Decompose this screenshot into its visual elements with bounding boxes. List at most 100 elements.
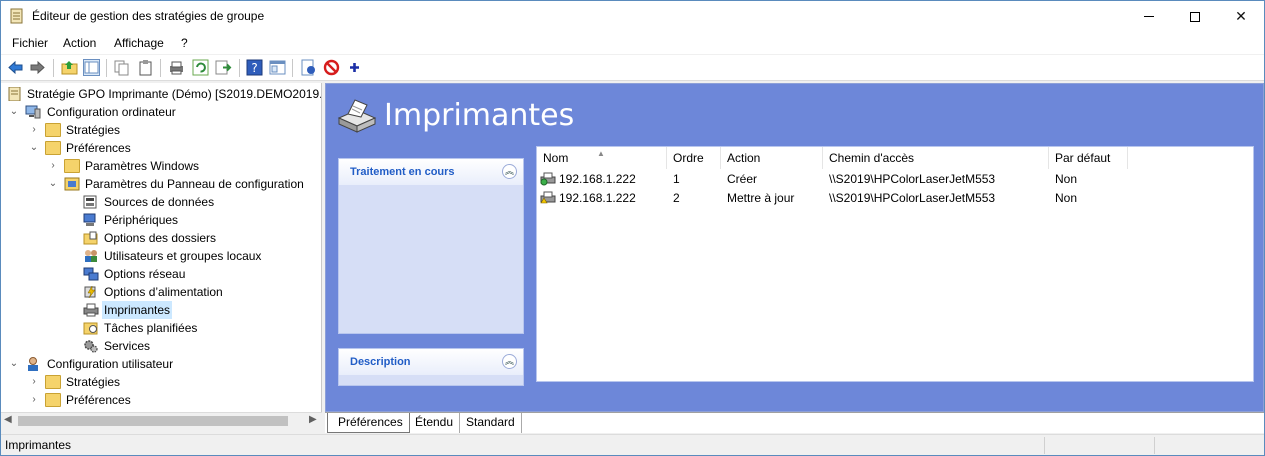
menu-help[interactable]: ? xyxy=(181,36,188,50)
gpo-icon xyxy=(8,87,21,101)
show-tree-icon[interactable] xyxy=(83,59,100,76)
printer-create-icon xyxy=(540,172,556,186)
chevron-down-icon[interactable]: ⌄ xyxy=(9,103,19,121)
window-title: Éditeur de gestion des stratégies de gro… xyxy=(32,9,265,23)
chevron-right-icon[interactable]: › xyxy=(29,121,39,139)
tree-power-options[interactable]: Options d’alimentation xyxy=(1,283,321,301)
printers-list: ▲ Nom Ordre Action Chemin d'accès Par dé… xyxy=(536,146,1254,382)
stop-icon[interactable] xyxy=(323,59,340,76)
tree-computer-strategies[interactable]: › Stratégies xyxy=(1,121,321,139)
tree-computer-preferences[interactable]: ⌄ Préférences xyxy=(1,139,321,157)
tree-label: Options réseau xyxy=(104,267,186,281)
maximize-button[interactable] xyxy=(1172,1,1218,32)
toolbar-separator xyxy=(106,59,107,77)
chevron-down-icon[interactable]: ⌄ xyxy=(48,175,58,193)
close-button[interactable]: ✕ xyxy=(1218,1,1264,32)
column-header-order[interactable]: Ordre xyxy=(667,147,721,169)
tree-label: Périphériques xyxy=(104,213,179,227)
forward-arrow-icon[interactable] xyxy=(29,59,46,76)
console-tree: Stratégie GPO Imprimante (Démo) [S2019.D… xyxy=(1,83,322,412)
status-separator xyxy=(1154,437,1155,454)
column-header-default[interactable]: Par défaut xyxy=(1049,147,1128,169)
user-icon xyxy=(28,357,38,371)
folder-icon xyxy=(45,141,61,155)
tab-preferences[interactable]: Préférences xyxy=(327,413,410,433)
column-header-action[interactable]: Action xyxy=(721,147,823,169)
row-path: \\S2019\HPColorLaserJetM553 xyxy=(829,191,996,205)
row-name: 192.168.1.222 xyxy=(559,191,636,205)
tree-root-gpo[interactable]: Stratégie GPO Imprimante (Démo) [S2019.D… xyxy=(5,85,322,103)
column-label: Action xyxy=(727,151,761,165)
tree-label: Tâches planifiées xyxy=(104,321,198,335)
tree-label: Configuration ordinateur xyxy=(47,105,176,119)
printer-update-icon xyxy=(540,191,556,204)
menu-action[interactable]: Action xyxy=(63,36,96,50)
scrollbar-thumb[interactable] xyxy=(18,416,288,426)
tree-label: Préférences xyxy=(66,141,131,155)
tree-scheduled-tasks[interactable]: Tâches planifiées xyxy=(1,319,321,337)
print-icon[interactable] xyxy=(168,59,185,76)
tree-local-users-groups[interactable]: Utilisateurs et groupes locaux xyxy=(1,247,321,265)
tree-devices[interactable]: Périphériques xyxy=(1,211,321,229)
tree-label: Services xyxy=(104,339,151,353)
tree-folder-options[interactable]: Options des dossiers xyxy=(1,229,321,247)
status-bar: Imprimantes xyxy=(1,434,1264,455)
refresh-icon[interactable] xyxy=(192,59,209,76)
up-folder-icon[interactable] xyxy=(61,59,78,76)
gpo-editor-icon xyxy=(10,8,23,24)
paste-icon[interactable] xyxy=(137,59,154,76)
row-action: Créer xyxy=(727,172,758,186)
minimize-icon xyxy=(1144,16,1154,17)
column-label: Ordre xyxy=(673,151,704,165)
description-panel: Description ︽ xyxy=(338,348,524,386)
tree-label: Configuration utilisateur xyxy=(47,357,174,371)
menu-file[interactable]: Fichier xyxy=(12,36,48,50)
tree-label: Utilisateurs et groupes locaux xyxy=(104,249,262,263)
chevron-down-icon[interactable]: ⌄ xyxy=(9,355,19,373)
scroll-right-icon[interactable]: ▶ xyxy=(309,414,317,425)
add-icon[interactable] xyxy=(346,59,363,76)
chevron-right-icon[interactable]: › xyxy=(29,373,39,391)
back-arrow-icon[interactable] xyxy=(7,59,24,76)
tree-windows-settings[interactable]: › Paramètres Windows xyxy=(1,157,321,175)
properties-icon[interactable] xyxy=(269,59,286,76)
tree-user-preferences[interactable]: › Préférences xyxy=(1,391,321,409)
help-icon[interactable]: ? xyxy=(246,59,263,76)
column-label: Chemin d'accès xyxy=(829,151,914,165)
maximize-icon xyxy=(1190,11,1200,22)
chevron-right-icon[interactable]: › xyxy=(48,157,58,175)
chevron-down-icon[interactable]: ⌄ xyxy=(29,139,39,157)
scroll-left-icon[interactable]: ◀ xyxy=(4,414,12,425)
control-panel-icon xyxy=(64,177,80,191)
folder-icon xyxy=(45,393,61,407)
app-window: Éditeur de gestion des stratégies de gro… xyxy=(0,0,1265,456)
tree-label: Stratégie GPO Imprimante (Démo) [S2019.D… xyxy=(27,87,322,101)
new-item-icon[interactable] xyxy=(300,59,317,76)
tree-user-strategies[interactable]: › Stratégies xyxy=(1,373,321,391)
column-header-name[interactable]: ▲ Nom xyxy=(537,147,667,169)
menu-view[interactable]: Affichage xyxy=(114,36,164,50)
tab-extended[interactable]: Étendu xyxy=(405,413,461,433)
copy-icon[interactable] xyxy=(113,59,130,76)
tree-horizontal-scrollbar[interactable]: ◀ ▶ xyxy=(1,412,322,429)
tree-user-config[interactable]: ⌄ Configuration utilisateur xyxy=(1,355,321,373)
description-panel-header[interactable]: Description ︽ xyxy=(339,349,523,375)
processing-panel-header[interactable]: Traitement en cours ︽ xyxy=(339,159,523,185)
tree-label: Options des dossiers xyxy=(104,231,217,245)
folder-icon xyxy=(64,159,80,173)
details-pane: Imprimantes Traitement en cours ︽ Descri… xyxy=(325,83,1264,412)
collapse-chevron-icon[interactable]: ︽ xyxy=(502,164,517,179)
tree-network-options[interactable]: Options réseau xyxy=(1,265,321,283)
tree-printers[interactable]: Imprimantes xyxy=(1,301,321,319)
chevron-right-icon[interactable]: › xyxy=(29,391,39,409)
row-path: \\S2019\HPColorLaserJetM553 xyxy=(829,172,996,186)
export-list-icon[interactable] xyxy=(215,59,232,76)
tab-standard[interactable]: Standard xyxy=(456,413,522,433)
tree-data-sources[interactable]: Sources de données xyxy=(1,193,321,211)
tree-computer-config[interactable]: ⌄ Configuration ordinateur xyxy=(1,103,321,121)
collapse-chevron-icon[interactable]: ︽ xyxy=(502,354,517,369)
minimize-button[interactable] xyxy=(1126,1,1172,32)
tree-services[interactable]: Services xyxy=(1,337,321,355)
tree-control-panel-settings[interactable]: ⌄ Paramètres du Panneau de configuration xyxy=(1,175,321,193)
column-header-path[interactable]: Chemin d'accès xyxy=(823,147,1049,169)
